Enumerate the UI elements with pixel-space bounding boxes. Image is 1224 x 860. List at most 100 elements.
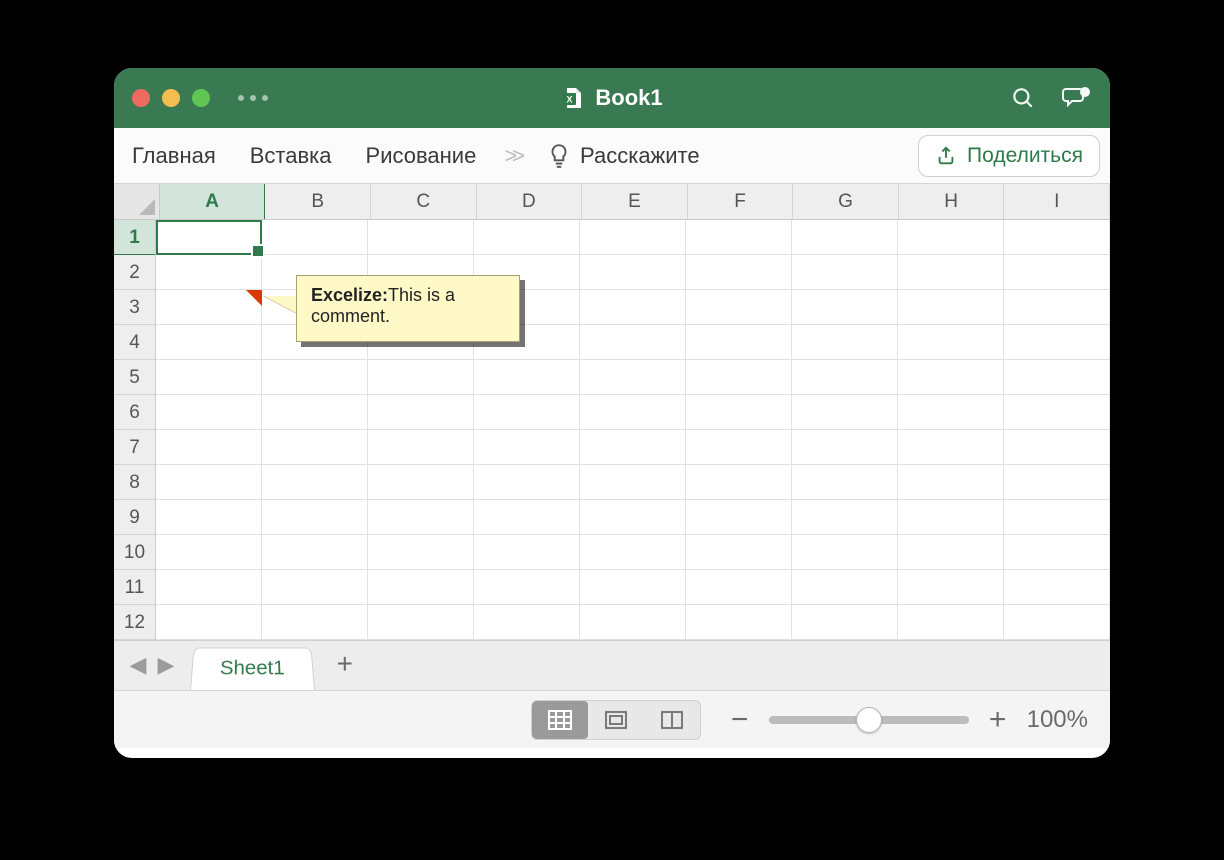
- cell[interactable]: [474, 500, 580, 535]
- cell[interactable]: [580, 255, 686, 290]
- cell[interactable]: [686, 500, 792, 535]
- cell[interactable]: [686, 255, 792, 290]
- cell[interactable]: [580, 500, 686, 535]
- ribbon-tab-insert[interactable]: Вставка: [250, 143, 332, 169]
- cell[interactable]: [156, 325, 262, 360]
- cell[interactable]: [368, 360, 474, 395]
- add-sheet-button[interactable]: +: [337, 648, 353, 690]
- comment-popup[interactable]: Excelize:This is a comment.: [296, 275, 520, 342]
- cell[interactable]: [262, 360, 368, 395]
- zoom-slider-thumb[interactable]: [856, 707, 882, 733]
- ribbon-overflow-icon[interactable]: >>: [504, 143, 520, 169]
- cell[interactable]: [474, 605, 580, 640]
- cell[interactable]: [686, 290, 792, 325]
- cell[interactable]: [686, 465, 792, 500]
- cell[interactable]: [156, 255, 262, 290]
- cell[interactable]: [792, 570, 898, 605]
- cell[interactable]: [368, 570, 474, 605]
- cell[interactable]: [1004, 570, 1110, 605]
- cell[interactable]: [474, 220, 580, 255]
- cell[interactable]: [898, 430, 1004, 465]
- cell[interactable]: [156, 290, 262, 325]
- cell[interactable]: [474, 570, 580, 605]
- cell[interactable]: [368, 220, 474, 255]
- cell[interactable]: [580, 325, 686, 360]
- cell[interactable]: [580, 430, 686, 465]
- cell[interactable]: [580, 605, 686, 640]
- cell[interactable]: [898, 395, 1004, 430]
- cell[interactable]: [368, 465, 474, 500]
- cell[interactable]: [580, 535, 686, 570]
- cell[interactable]: [1004, 290, 1110, 325]
- ribbon-tab-draw[interactable]: Рисование: [366, 143, 477, 169]
- cell[interactable]: [580, 395, 686, 430]
- cell[interactable]: [686, 430, 792, 465]
- cell[interactable]: [1004, 430, 1110, 465]
- cell[interactable]: [898, 255, 1004, 290]
- cell[interactable]: [580, 220, 686, 255]
- row-header-1[interactable]: 1: [114, 220, 155, 255]
- row-header-10[interactable]: 10: [114, 535, 155, 570]
- cell[interactable]: [898, 360, 1004, 395]
- ribbon-tab-home[interactable]: Главная: [132, 143, 216, 169]
- cell[interactable]: [686, 605, 792, 640]
- cell[interactable]: [156, 535, 262, 570]
- cell[interactable]: [1004, 395, 1110, 430]
- zoom-slider[interactable]: [769, 716, 969, 724]
- row-header-4[interactable]: 4: [114, 325, 155, 360]
- cell[interactable]: [686, 325, 792, 360]
- cell[interactable]: [262, 395, 368, 430]
- cell[interactable]: [474, 535, 580, 570]
- cell[interactable]: [474, 360, 580, 395]
- cell[interactable]: [1004, 605, 1110, 640]
- cell[interactable]: [898, 220, 1004, 255]
- cell[interactable]: [792, 500, 898, 535]
- zoom-in-button[interactable]: +: [987, 703, 1009, 737]
- cell[interactable]: [898, 325, 1004, 360]
- view-page-layout-button[interactable]: [588, 701, 644, 739]
- cell[interactable]: [792, 465, 898, 500]
- row-header-9[interactable]: 9: [114, 500, 155, 535]
- share-button[interactable]: Поделиться: [918, 135, 1100, 177]
- row-header-12[interactable]: 12: [114, 605, 155, 640]
- cell[interactable]: [368, 430, 474, 465]
- cell[interactable]: [792, 535, 898, 570]
- col-header-F[interactable]: F: [688, 184, 794, 219]
- cell[interactable]: [580, 570, 686, 605]
- cell[interactable]: [474, 465, 580, 500]
- select-all-corner[interactable]: [114, 184, 160, 219]
- col-header-H[interactable]: H: [899, 184, 1005, 219]
- cell[interactable]: [1004, 500, 1110, 535]
- cell[interactable]: [156, 430, 262, 465]
- more-menu-button[interactable]: [238, 95, 268, 101]
- cell[interactable]: [1004, 360, 1110, 395]
- cell[interactable]: [792, 255, 898, 290]
- col-header-I[interactable]: I: [1004, 184, 1110, 219]
- view-page-break-button[interactable]: [644, 701, 700, 739]
- row-header-11[interactable]: 11: [114, 570, 155, 605]
- cell[interactable]: [792, 430, 898, 465]
- cell[interactable]: [156, 570, 262, 605]
- col-header-E[interactable]: E: [582, 184, 688, 219]
- cell[interactable]: [686, 395, 792, 430]
- cell[interactable]: [474, 430, 580, 465]
- cell[interactable]: [262, 465, 368, 500]
- cell[interactable]: [898, 535, 1004, 570]
- cell[interactable]: [1004, 535, 1110, 570]
- col-header-C[interactable]: C: [371, 184, 477, 219]
- cell[interactable]: [898, 290, 1004, 325]
- cell[interactable]: [156, 220, 262, 255]
- sheet-nav-prev-icon[interactable]: ◀: [124, 652, 152, 690]
- cell[interactable]: [262, 570, 368, 605]
- cell[interactable]: [580, 465, 686, 500]
- cell[interactable]: [1004, 465, 1110, 500]
- col-header-G[interactable]: G: [793, 184, 899, 219]
- comments-pane-icon[interactable]: [1062, 85, 1092, 111]
- view-normal-button[interactable]: [532, 701, 588, 739]
- cell[interactable]: [474, 395, 580, 430]
- search-icon[interactable]: [1010, 85, 1036, 111]
- zoom-out-button[interactable]: −: [729, 703, 751, 737]
- cell[interactable]: [898, 465, 1004, 500]
- cell[interactable]: [262, 220, 368, 255]
- cell[interactable]: [368, 605, 474, 640]
